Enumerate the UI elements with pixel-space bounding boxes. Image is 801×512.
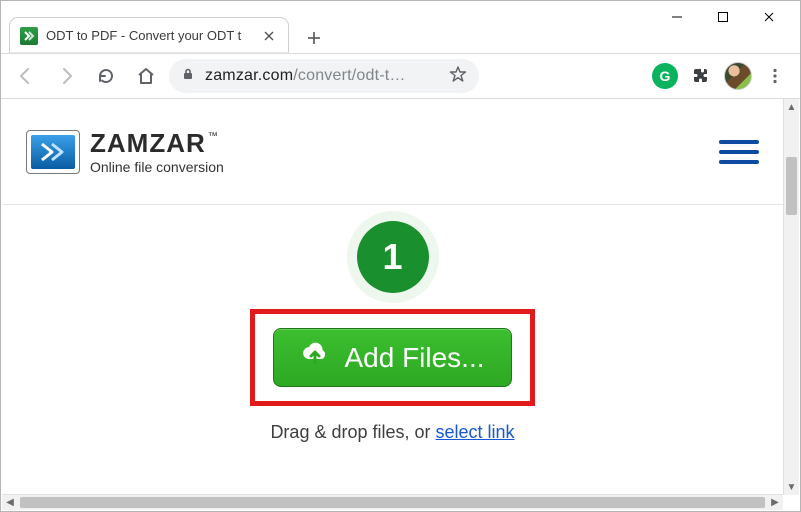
brand-tm: ™ <box>208 132 219 142</box>
horizontal-scrollbar[interactable]: ◀ ▶ <box>2 494 783 510</box>
site-logo[interactable]: ZAMZAR ™ Online file conversion <box>26 130 224 174</box>
scroll-right-button[interactable]: ▶ <box>767 495 783 510</box>
favicon-icon <box>20 27 38 45</box>
tab-close-button[interactable] <box>260 27 278 45</box>
horizontal-scroll-thumb[interactable] <box>20 497 765 508</box>
toolbar-right: G <box>652 59 792 93</box>
scroll-up-button[interactable]: ▲ <box>784 99 799 115</box>
nav-reload-button[interactable] <box>89 59 123 93</box>
window-maximize-button[interactable] <box>700 1 746 33</box>
scroll-left-button[interactable]: ◀ <box>2 495 18 510</box>
window-minimize-button[interactable] <box>654 1 700 33</box>
browser-window: ODT to PDF - Convert your ODT t z <box>0 0 801 512</box>
hamburger-menu-button[interactable] <box>719 136 759 168</box>
logo-mark-icon <box>26 130 80 174</box>
nav-home-button[interactable] <box>129 59 163 93</box>
viewport-wrap: ZAMZAR ™ Online file conversion 1 <box>2 99 799 495</box>
address-bar[interactable]: zamzar.com/convert/odt-t… <box>169 59 479 93</box>
new-tab-button[interactable] <box>299 23 329 53</box>
extensions-button[interactable] <box>684 59 718 93</box>
address-url: zamzar.com/convert/odt-t… <box>205 67 439 85</box>
main-content: 1 Add Files... Drag & drop files, or sel… <box>2 205 783 443</box>
vertical-scroll-thumb[interactable] <box>786 157 797 215</box>
extension-grammarly-label: G <box>660 68 671 84</box>
window-close-button[interactable] <box>746 1 792 33</box>
nav-back-button[interactable] <box>9 59 43 93</box>
add-files-button[interactable]: Add Files... <box>273 328 511 387</box>
browser-toolbar: zamzar.com/convert/odt-t… G <box>1 53 800 99</box>
annotation-highlight: Add Files... <box>250 309 534 406</box>
address-host: zamzar.com <box>205 67 293 84</box>
page-viewport: ZAMZAR ™ Online file conversion 1 <box>2 99 783 495</box>
vertical-scrollbar[interactable]: ▲ ▼ <box>783 99 799 495</box>
scroll-down-button[interactable]: ▼ <box>784 479 799 495</box>
site-header: ZAMZAR ™ Online file conversion <box>2 99 783 205</box>
select-link[interactable]: select link <box>436 422 515 442</box>
window-controls <box>654 1 800 33</box>
logo-text: ZAMZAR ™ Online file conversion <box>90 130 224 174</box>
drop-hint: Drag & drop files, or select link <box>270 422 514 443</box>
brand-tagline: Online file conversion <box>90 160 224 174</box>
upload-cloud-icon <box>300 341 330 374</box>
add-files-label: Add Files... <box>344 342 484 374</box>
profile-avatar-button[interactable] <box>724 62 752 90</box>
nav-forward-button[interactable] <box>49 59 83 93</box>
tabstrip: ODT to PDF - Convert your ODT t <box>9 15 329 53</box>
kebab-menu-button[interactable] <box>758 59 792 93</box>
drop-hint-text: Drag & drop files, or <box>270 422 435 442</box>
browser-tab[interactable]: ODT to PDF - Convert your ODT t <box>9 17 289 53</box>
address-path: /convert/odt-t… <box>293 67 405 84</box>
step-number: 1 <box>382 236 402 278</box>
lock-icon <box>181 67 195 86</box>
brand-name: ZAMZAR <box>90 130 206 156</box>
extension-grammarly-icon[interactable]: G <box>652 63 678 89</box>
step-badge: 1 <box>357 221 429 293</box>
bookmark-star-icon[interactable] <box>449 65 467 88</box>
tab-title: ODT to PDF - Convert your ODT t <box>46 28 252 43</box>
